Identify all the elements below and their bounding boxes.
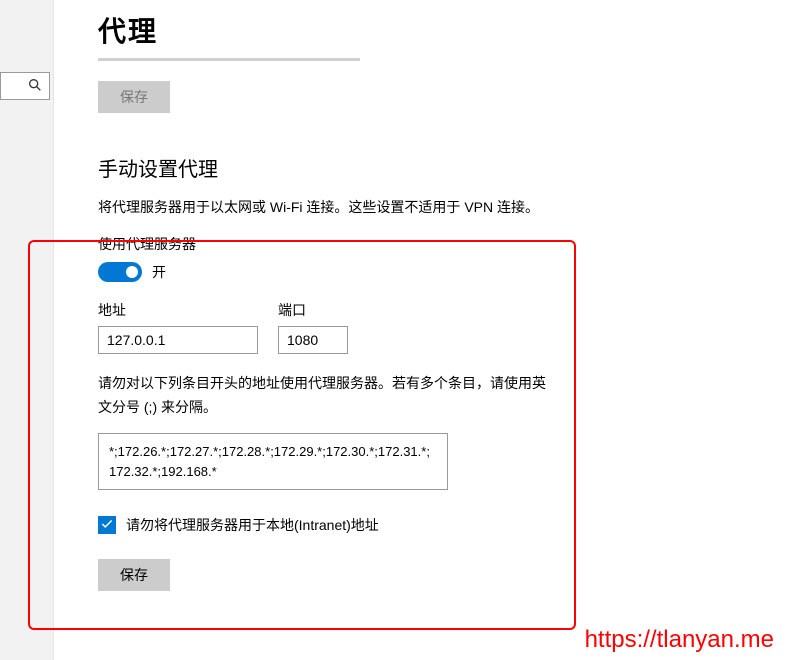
use-proxy-label: 使用代理服务器 bbox=[98, 234, 794, 254]
toggle-state: 开 bbox=[152, 262, 166, 282]
port-label: 端口 bbox=[278, 300, 348, 320]
local-bypass-checkbox[interactable] bbox=[98, 516, 116, 534]
save-button-bottom[interactable]: 保存 bbox=[98, 559, 170, 591]
page-title: 代理 bbox=[98, 10, 794, 50]
proxy-toggle[interactable] bbox=[98, 262, 142, 282]
address-label: 地址 bbox=[98, 300, 258, 320]
description-text: 将代理服务器用于以太网或 Wi-Fi 连接。这些设置不适用于 VPN 连接。 bbox=[98, 196, 548, 220]
left-sidebar bbox=[0, 0, 54, 660]
search-box[interactable] bbox=[0, 72, 50, 100]
section-title: 手动设置代理 bbox=[98, 153, 794, 182]
bypass-textarea[interactable] bbox=[98, 433, 448, 490]
watermark: https://tlanyan.me bbox=[585, 626, 774, 654]
toggle-knob bbox=[126, 266, 138, 278]
check-icon bbox=[100, 517, 114, 534]
divider bbox=[98, 58, 360, 61]
port-input[interactable] bbox=[278, 326, 348, 354]
search-icon bbox=[27, 77, 43, 96]
bypass-help: 请勿对以下列条目开头的地址使用代理服务器。若有多个条目，请使用英文分号 (;) … bbox=[98, 372, 548, 420]
local-bypass-label: 请勿将代理服务器用于本地(Intranet)地址 bbox=[126, 515, 379, 535]
address-input[interactable] bbox=[98, 326, 258, 354]
save-button-top[interactable]: 保存 bbox=[98, 81, 170, 113]
main-content: 代理 保存 手动设置代理 将代理服务器用于以太网或 Wi-Fi 连接。这些设置不… bbox=[98, 10, 794, 591]
